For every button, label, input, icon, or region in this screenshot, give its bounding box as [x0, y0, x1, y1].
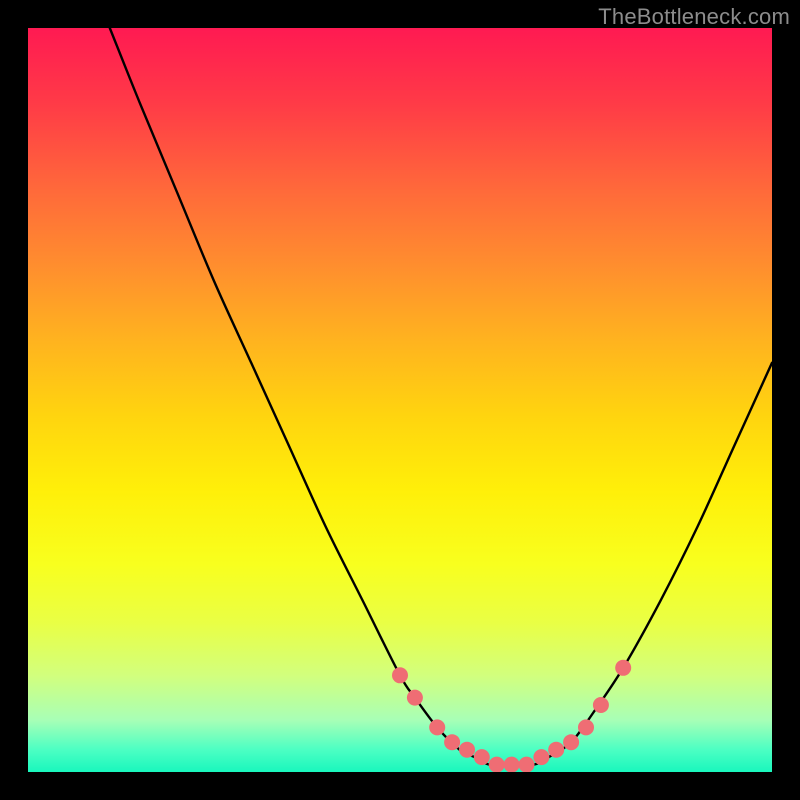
highlight-dot	[407, 690, 423, 706]
highlight-dot	[578, 719, 594, 735]
highlight-dot	[489, 757, 505, 772]
highlight-dot	[519, 757, 535, 772]
watermark-text: TheBottleneck.com	[598, 4, 790, 30]
highlight-dot	[444, 734, 460, 750]
curve-layer	[28, 28, 772, 772]
highlight-dot	[459, 742, 475, 758]
highlight-dot	[593, 697, 609, 713]
chart-frame: TheBottleneck.com	[0, 0, 800, 800]
bottleneck-curve	[110, 28, 772, 765]
highlight-dot	[548, 742, 564, 758]
highlight-dot	[563, 734, 579, 750]
highlight-dot	[429, 719, 445, 735]
highlight-dot	[504, 757, 520, 772]
plot-area	[28, 28, 772, 772]
highlight-dot	[615, 660, 631, 676]
highlight-dot	[474, 749, 490, 765]
highlight-dot	[533, 749, 549, 765]
highlight-dot	[392, 667, 408, 683]
